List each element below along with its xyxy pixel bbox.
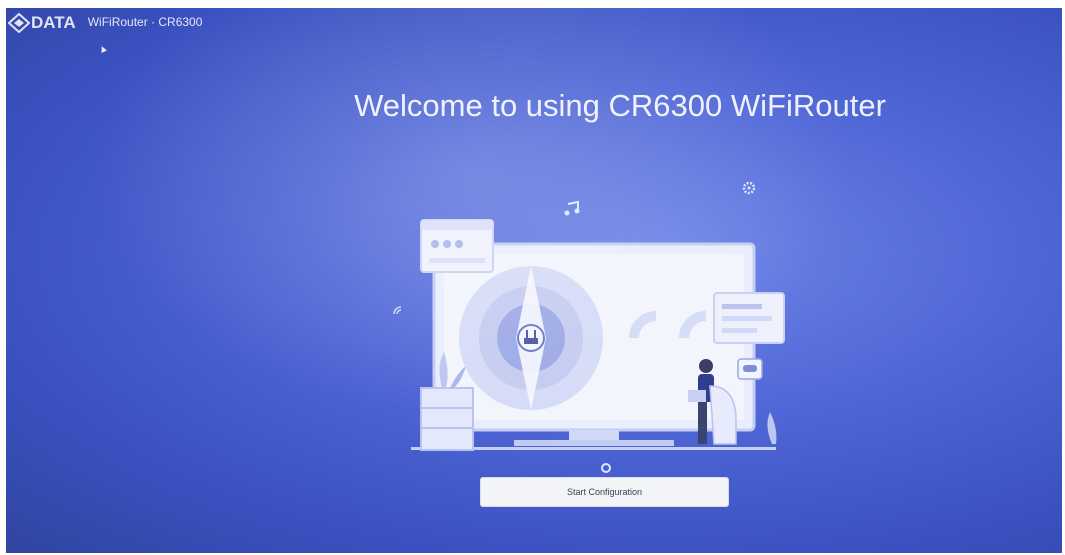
router-icon	[517, 324, 545, 352]
router-illustration	[393, 181, 785, 473]
cabinet-graphic	[420, 387, 474, 451]
start-configuration-button[interactable]: Start Configuration	[480, 477, 729, 507]
welcome-title: Welcome to using CR6300 WiFiRouter	[354, 88, 886, 123]
product-name: WiFiRouter · CR6300	[87, 15, 203, 29]
logo-diamond-icon	[8, 13, 30, 33]
music-note-icon	[564, 200, 580, 216]
small-gear-icon	[601, 463, 611, 473]
gear-icon	[742, 181, 756, 195]
router-welcome-screen: DATA WiFiRouter · CR6300 Welcome to usin…	[6, 8, 1062, 553]
top-bar: DATA WiFiRouter · CR6300	[6, 8, 202, 48]
logo-text: DATA	[31, 13, 76, 32]
chat-bubble-icon	[713, 292, 785, 344]
gamepad-icon	[737, 358, 763, 380]
cdata-logo: DATA	[8, 13, 76, 33]
browser-window-icon	[420, 219, 494, 273]
wifi-icon	[393, 306, 402, 315]
